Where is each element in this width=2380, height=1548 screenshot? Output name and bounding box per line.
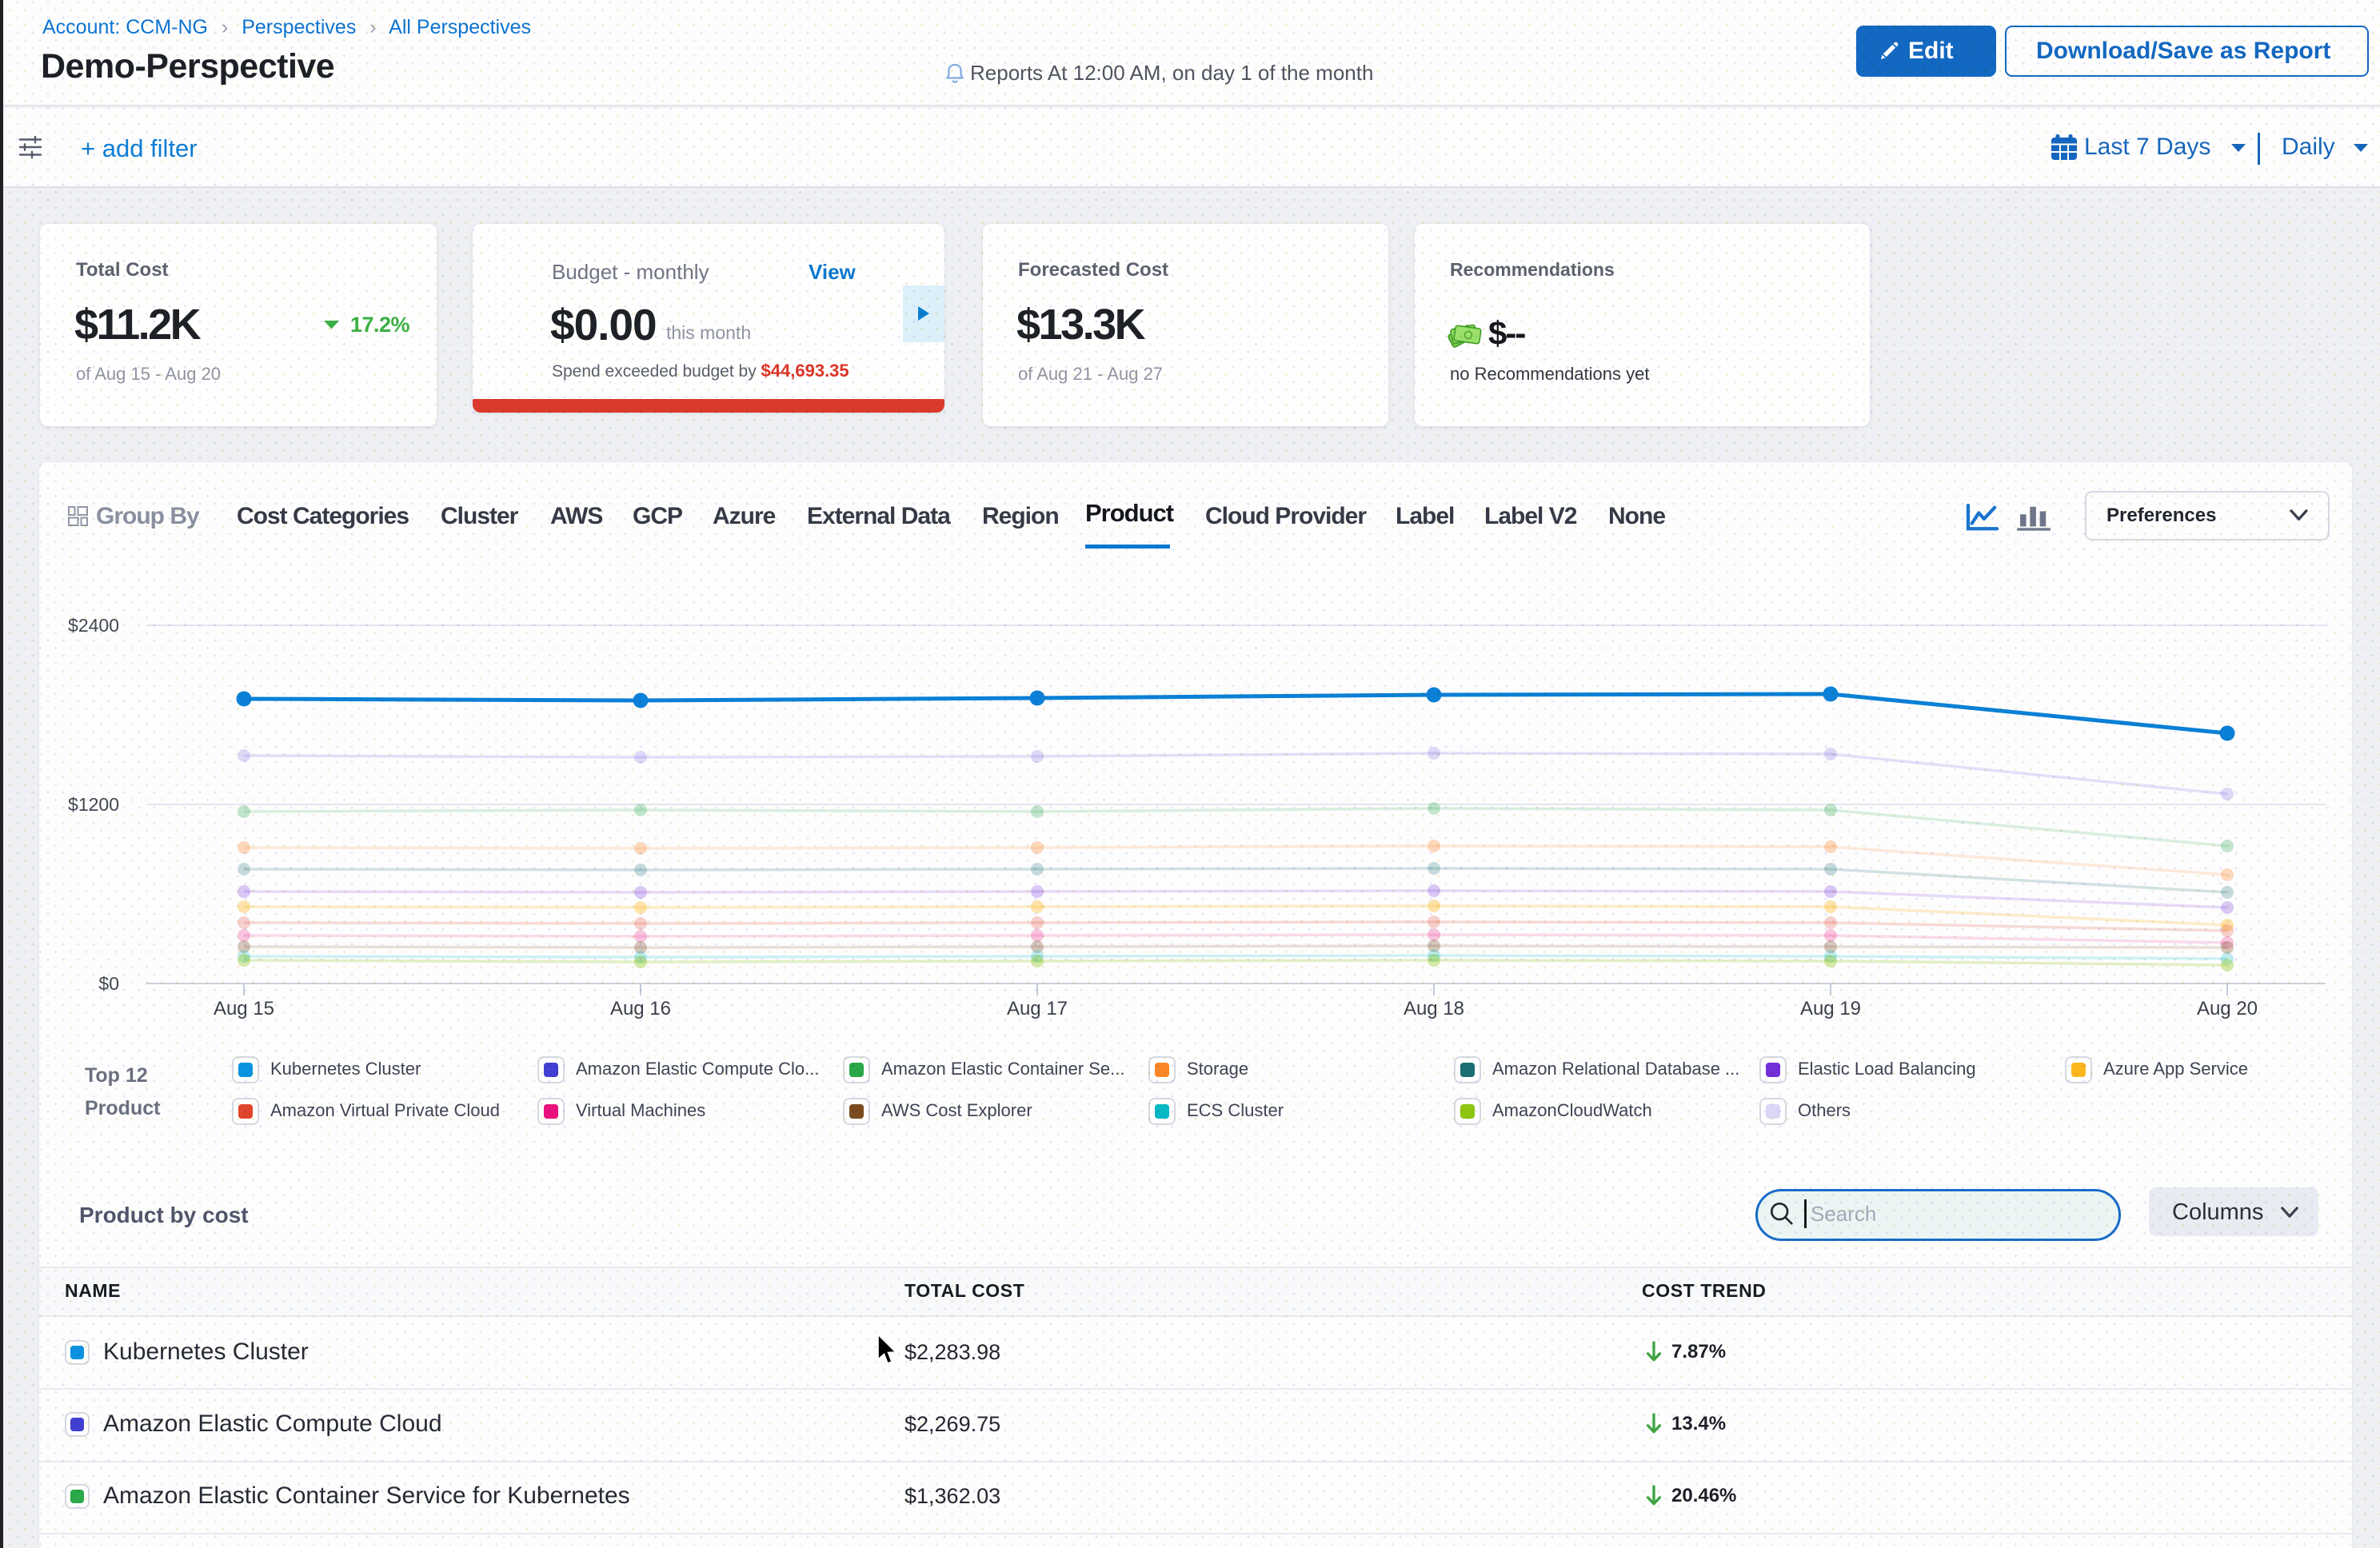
svg-text:$1200: $1200 [68, 794, 119, 815]
svg-text:Aug 16: Aug 16 [610, 998, 671, 1019]
svg-text:Aug 19: Aug 19 [1800, 998, 1861, 1019]
svg-text:$2400: $2400 [68, 615, 119, 636]
svg-text:Aug 20: Aug 20 [2197, 998, 2258, 1019]
svg-text:$0: $0 [98, 973, 119, 994]
svg-text:Aug 15: Aug 15 [214, 998, 274, 1019]
svg-text:Aug 17: Aug 17 [1007, 998, 1068, 1019]
svg-text:Aug 18: Aug 18 [1404, 998, 1464, 1019]
